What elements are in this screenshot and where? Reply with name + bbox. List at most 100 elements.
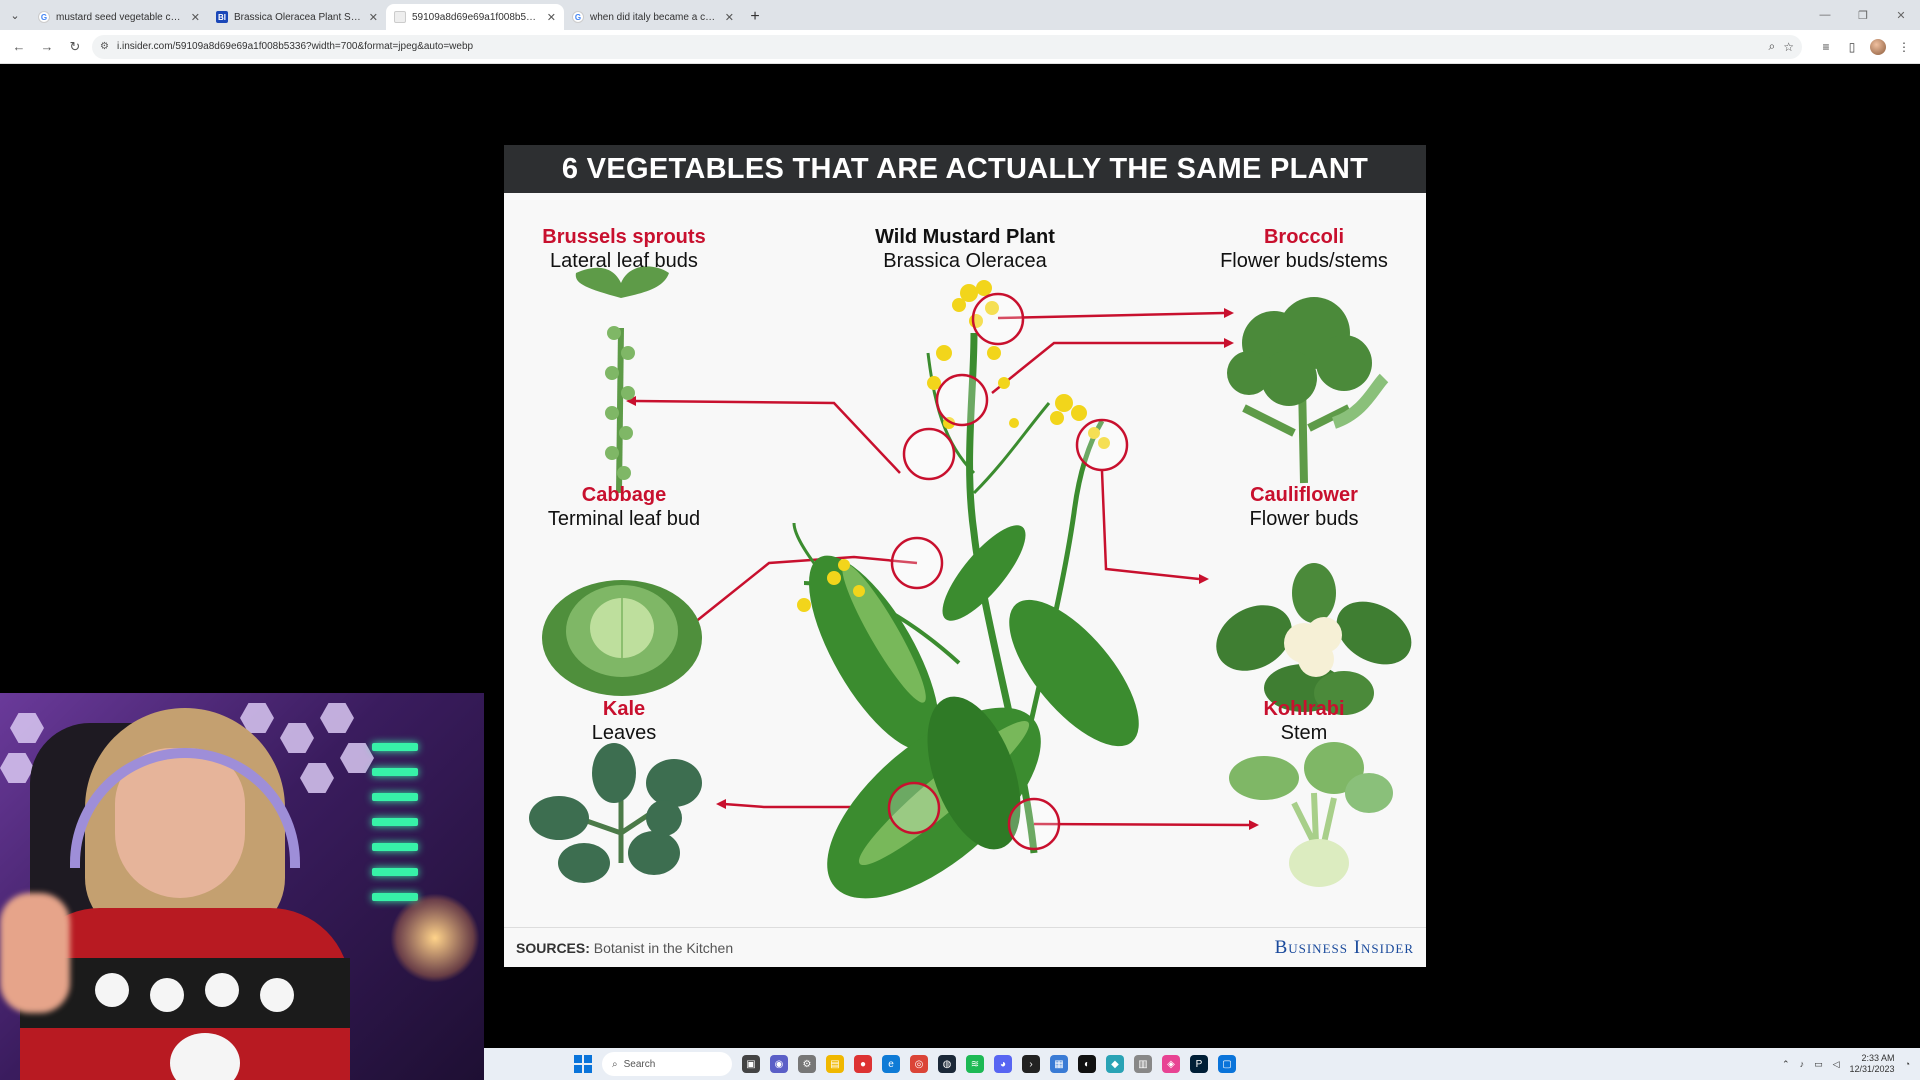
- close-icon[interactable]: ✕: [191, 11, 200, 24]
- system-tray: ⌃ ♪ ▭ ◁ 2:33 AM 12/31/2023 ◔: [1782, 1048, 1910, 1080]
- highlight-circle: [1075, 418, 1129, 472]
- clock-time: 2:33 AM: [1861, 1053, 1895, 1063]
- close-icon[interactable]: ✕: [369, 11, 378, 24]
- reload-button[interactable]: ↻: [64, 36, 86, 58]
- edge-browser-icon[interactable]: e: [882, 1055, 900, 1073]
- spotify-icon[interactable]: ≋: [966, 1055, 984, 1073]
- highlight-circle: [1007, 797, 1061, 851]
- google-g-icon: G: [38, 11, 50, 23]
- arrow-head: [716, 799, 726, 809]
- taskbar-search[interactable]: ⌕ Search: [602, 1052, 732, 1076]
- reload-icon: ↻: [69, 38, 81, 54]
- browser-tab[interactable]: BI Brassica Oleracea Plant Species ✕: [208, 4, 386, 30]
- arrow-left-icon: ←: [12, 39, 26, 54]
- vegetable-label-kale: Kale Leaves: [504, 697, 744, 745]
- new-tab-button[interactable]: +: [742, 4, 768, 30]
- forward-button[interactable]: →: [36, 36, 58, 58]
- close-icon[interactable]: ✕: [547, 11, 556, 24]
- highlight-circle: [890, 536, 944, 590]
- chrome-browser-icon[interactable]: ◎: [910, 1055, 928, 1073]
- windows-start-icon[interactable]: [574, 1055, 592, 1073]
- vegetable-name: Cabbage: [581, 484, 667, 506]
- close-icon[interactable]: ✕: [725, 11, 734, 24]
- vegetable-part: Flower buds: [1249, 508, 1359, 530]
- site-info-icon[interactable]: ⚙: [100, 41, 109, 52]
- minimize-icon[interactable]: —: [1806, 0, 1844, 30]
- chevron-up-icon[interactable]: ⌃: [1782, 1059, 1790, 1070]
- steam-icon[interactable]: ◍: [938, 1055, 956, 1073]
- calculator-icon[interactable]: ▥: [1134, 1055, 1152, 1073]
- vegetable-label-broccoli: Broccoli Flower buds/stems: [1184, 225, 1424, 273]
- browser-tab[interactable]: G mustard seed vegetable chart ✕: [30, 4, 208, 30]
- app-icon[interactable]: ◈: [1162, 1055, 1180, 1073]
- bookmark-star-icon[interactable]: ☆: [1783, 40, 1794, 54]
- arrow-right-icon: →: [40, 39, 54, 54]
- network-icon[interactable]: ▭: [1814, 1059, 1823, 1070]
- reading-list-icon[interactable]: ≡: [1818, 39, 1834, 55]
- lamp-glow: [390, 893, 480, 983]
- taskbar-apps: ⌕ Search ▣ ◉ ⚙ ▤ ● e ◎ ◍ ≋ ◕ › ▦ ◐ ◆ ▥ ◈…: [574, 1048, 1236, 1080]
- back-button[interactable]: ←: [8, 36, 30, 58]
- vegetable-name: Cauliflower: [1250, 484, 1358, 506]
- webcam-overlay: [0, 693, 484, 1080]
- arrow-head: [1224, 308, 1234, 318]
- highlight-circle: [887, 781, 941, 835]
- sources-label: SOURCES:: [516, 939, 590, 956]
- browser-tab-active[interactable]: 59109a8d69e69a1f008b5336 ✕: [386, 4, 564, 30]
- plant-illustration: [529, 266, 1412, 899]
- toolbar-actions: ≡ ▯ ⋮: [1808, 38, 1912, 55]
- vegetable-name: Brussels sprouts: [542, 226, 706, 248]
- kale-illustration: [529, 743, 702, 883]
- restore-icon[interactable]: ❐: [1844, 0, 1882, 30]
- screen: ⌄ G mustard seed vegetable chart ✕ BI Br…: [0, 0, 1920, 1080]
- window-controls: — ❐ ✕: [1806, 0, 1920, 30]
- plus-icon: +: [750, 8, 760, 25]
- zoom-icon[interactable]: ⌕: [1769, 39, 1776, 54]
- browser-tab[interactable]: G when did italy became a country ✕: [564, 4, 742, 30]
- hex-light: [320, 703, 354, 733]
- highlight-circle: [935, 373, 989, 427]
- vegetable-name: Kohlrabi: [1263, 698, 1345, 720]
- infographic-footer: SOURCES: Botanist in the Kitchen Busines…: [504, 927, 1426, 967]
- center-plant-name: Wild Mustard Plant: [875, 226, 1055, 248]
- kohlrabi-illustration: [1229, 742, 1393, 887]
- vegetable-part: Lateral leaf buds: [550, 250, 698, 272]
- obs-icon[interactable]: ◐: [1078, 1055, 1096, 1073]
- file-explorer-icon[interactable]: ▤: [826, 1055, 844, 1073]
- microphone-icon[interactable]: ♪: [1800, 1059, 1805, 1069]
- close-window-icon[interactable]: ✕: [1882, 0, 1920, 30]
- broccoli-illustration: [1227, 297, 1389, 484]
- vegetable-label-kohlrabi: Kohlrabi Stem: [1184, 697, 1424, 745]
- highlight-circle: [902, 427, 956, 481]
- more-menu-icon[interactable]: ⋮: [1896, 39, 1912, 55]
- chat-icon[interactable]: ◉: [770, 1055, 788, 1073]
- terminal-icon[interactable]: ›: [1022, 1055, 1040, 1073]
- profile-avatar[interactable]: [1870, 38, 1886, 55]
- settings-gear-icon[interactable]: ⚙: [798, 1055, 816, 1073]
- tab-search-button[interactable]: ⌄: [0, 0, 30, 30]
- task-view-icon[interactable]: ▣: [742, 1055, 760, 1073]
- vegetable-part: Flower buds/stems: [1220, 250, 1388, 272]
- notes-icon[interactable]: ▦: [1050, 1055, 1068, 1073]
- app-icon[interactable]: ◆: [1106, 1055, 1124, 1073]
- connector-line: [997, 311, 1225, 320]
- streamer-hand: [0, 893, 70, 1013]
- tab-title: Brassica Oleracea Plant Species: [234, 11, 363, 23]
- sources-credit: SOURCES: Botanist in the Kitchen: [516, 940, 733, 956]
- led-strip: [372, 818, 418, 826]
- photoshop-icon[interactable]: P: [1190, 1055, 1208, 1073]
- app-icon[interactable]: ●: [854, 1055, 872, 1073]
- tab-title: 59109a8d69e69a1f008b5336: [412, 11, 541, 23]
- side-panel-icon[interactable]: ▯: [1844, 39, 1860, 55]
- volume-icon[interactable]: ◁: [1833, 1059, 1840, 1070]
- center-plant-species: Brassica Oleracea: [883, 250, 1047, 272]
- app-icon[interactable]: ▢: [1218, 1055, 1236, 1073]
- led-strip: [372, 743, 418, 751]
- taskbar-clock[interactable]: 2:33 AM 12/31/2023: [1850, 1053, 1895, 1075]
- discord-icon[interactable]: ◕: [994, 1055, 1012, 1073]
- address-bar[interactable]: ⚙ i.insider.com/59109a8d69e69a1f008b5336…: [92, 34, 1802, 59]
- sources-value: Botanist in the Kitchen: [593, 939, 734, 956]
- center-plant-label: Wild Mustard Plant Brassica Oleracea: [845, 225, 1085, 273]
- notification-bell-icon[interactable]: ◔: [1905, 1059, 1910, 1069]
- tab-title: when did italy became a country: [590, 11, 719, 23]
